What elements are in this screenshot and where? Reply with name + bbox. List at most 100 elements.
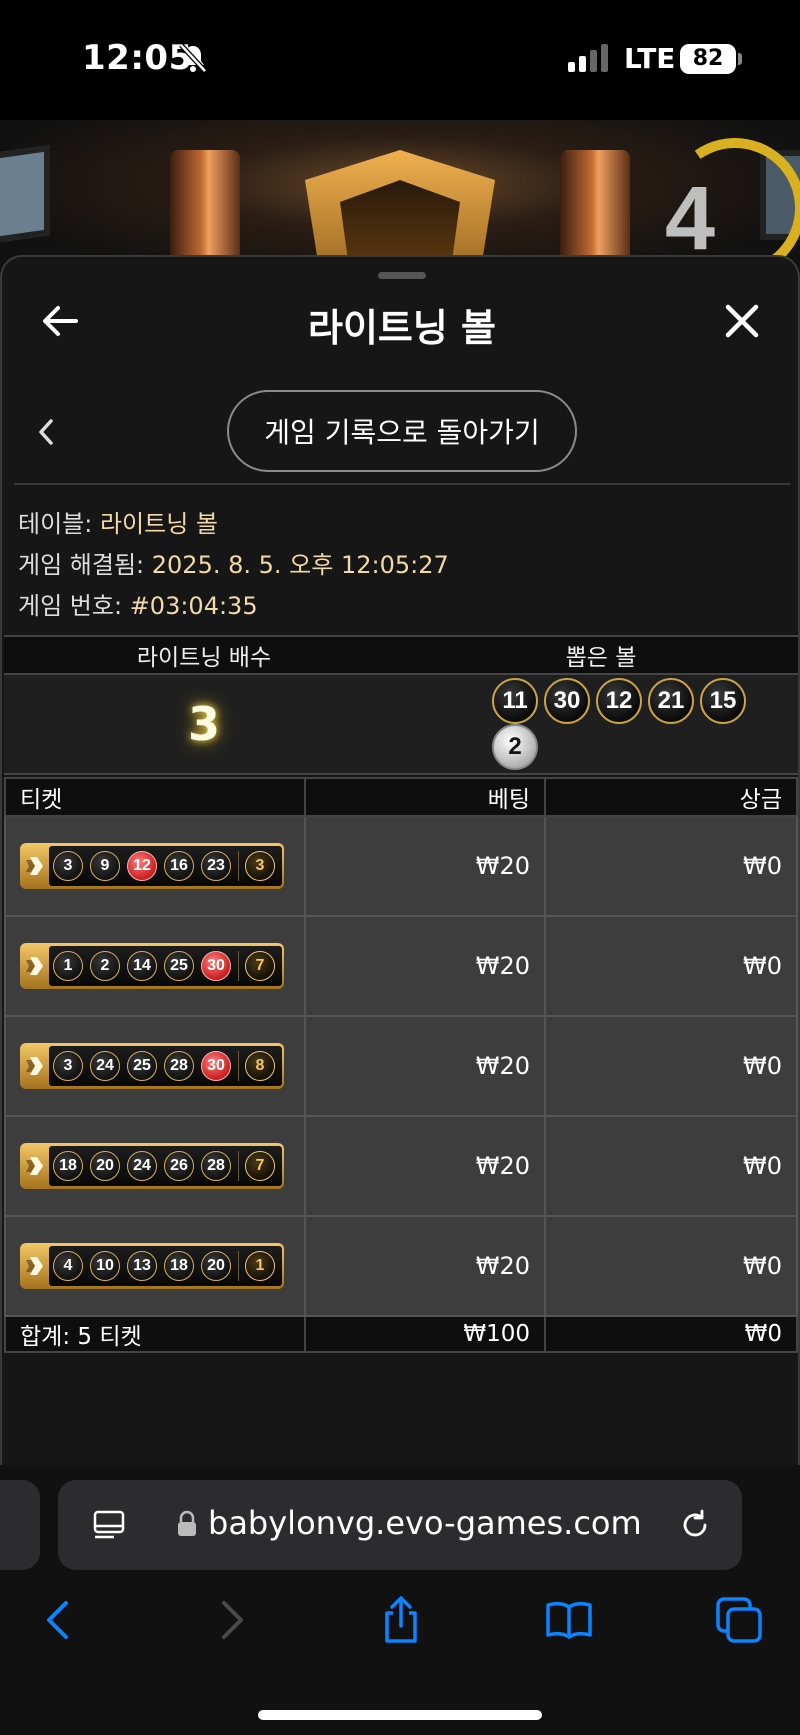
battery-level: 82 [680, 44, 736, 74]
ticket-ball: 3 [53, 851, 83, 881]
tabs-icon[interactable] [714, 1595, 764, 1645]
network-type: LTE [624, 42, 676, 75]
ticket-column-header: 티켓 [4, 777, 306, 817]
ticket-ball: 25 [164, 951, 194, 981]
ticket-win: ₩0 [544, 915, 798, 1017]
home-indicator [258, 1710, 542, 1720]
game-history-sheet: 라이트닝 볼 게임 기록으로 돌아가기 테이블: 라이트닝 볼 게임 해결됨: … [0, 255, 800, 1465]
ticket-numbers: 3 9 12 16 23 3 [49, 846, 282, 886]
back-nav-icon[interactable] [34, 1595, 84, 1645]
reload-icon[interactable] [678, 1508, 712, 1542]
drawn-balls-header: 뽑은 볼 [404, 635, 798, 675]
drawn-balls: 11 30 12 21 15 2 [404, 674, 798, 775]
book-icon[interactable] [544, 1595, 594, 1645]
address-bar[interactable]: babylonvg.evo-games.com [58, 1480, 742, 1570]
ticket-separator [238, 1051, 239, 1081]
info-table-value: 라이트닝 볼 [99, 510, 218, 538]
ticket-cell: 1 2 14 25 30 7 [4, 915, 306, 1017]
ticket-win: ₩0 [544, 1215, 798, 1317]
drawn-ball: 11 [492, 678, 538, 724]
ticket-row[interactable]: 4 10 13 18 20 1 ₩20 ₩0 [4, 1215, 798, 1317]
ticket-numbers: 1 2 14 25 30 7 [49, 946, 282, 986]
ticket-ball: 18 [53, 1151, 83, 1181]
lightning-logo-icon [22, 945, 49, 987]
draw-result-table: 라이트닝 배수 뽑은 볼 3 11 30 12 21 15 2 [4, 635, 798, 775]
url-text[interactable]: babylonvg.evo-games.com [208, 1504, 642, 1542]
ticket-ball-matched: 12 [127, 851, 157, 881]
ticket-cell: 18 20 24 26 28 7 [4, 1115, 306, 1217]
scene-screen-left [0, 145, 50, 245]
ticket-ball: 25 [127, 1051, 157, 1081]
ticket-ball: 20 [201, 1251, 231, 1281]
ticket-ball: 23 [201, 851, 231, 881]
info-table: 테이블: 라이트닝 볼 [18, 504, 218, 539]
drawn-ball: 15 [700, 678, 746, 724]
chevron-left-icon[interactable] [36, 417, 56, 447]
info-game-number: 게임 번호: #03:04:35 [18, 586, 258, 621]
ticket-separator [238, 951, 239, 981]
ticket-separator [238, 1251, 239, 1281]
close-icon[interactable] [722, 301, 762, 341]
ticket-separator [238, 851, 239, 881]
ticket-row[interactable]: 18 20 24 26 28 7 ₩20 ₩0 [4, 1115, 798, 1217]
ticket-numbers: 3 24 25 28 30 8 [49, 1046, 282, 1086]
ticket-strip: 1 2 14 25 30 7 [20, 943, 284, 989]
ticket-ball-matched: 30 [201, 951, 231, 981]
ticket-ball: 18 [164, 1251, 194, 1281]
reader-icon[interactable] [92, 1508, 126, 1542]
ticket-row[interactable]: 3 9 12 16 23 3 ₩20 ₩0 [4, 815, 798, 917]
drawn-ball: 12 [596, 678, 642, 724]
status-bar: 12:05 LTE 82 [0, 0, 800, 120]
ticket-ball: 10 [90, 1251, 120, 1281]
bet-column-header: 베팅 [304, 777, 546, 817]
total-row: 합계: 5 티켓 ₩100 ₩0 [4, 1315, 798, 1353]
sheet-title: 라이트닝 볼 [307, 306, 497, 350]
battery-tip [738, 53, 742, 65]
ticket-ball: 24 [127, 1151, 157, 1181]
info-resolved: 게임 해결됨: 2025. 8. 5. 오후 12:05:27 [18, 545, 449, 580]
info-number-value: #03:04:35 [129, 592, 258, 620]
total-bet: ₩100 [304, 1315, 546, 1353]
ticket-lightning-ball: 7 [245, 1151, 275, 1181]
drawn-ball: 30 [544, 678, 590, 724]
ticket-row[interactable]: 3 24 25 28 30 8 ₩20 ₩0 [4, 1015, 798, 1117]
multiplier-header: 라이트닝 배수 [4, 635, 404, 675]
ticket-win: ₩0 [544, 815, 798, 917]
lightning-logo-icon [22, 1245, 49, 1287]
total-label: 합계: 5 티켓 [4, 1315, 306, 1353]
ticket-win: ₩0 [544, 1115, 798, 1217]
forward-nav-icon[interactable] [206, 1595, 256, 1645]
info-table-label: 테이블: [18, 510, 93, 538]
ticket-win: ₩0 [544, 1015, 798, 1117]
ticket-strip: 3 9 12 16 23 3 [20, 843, 284, 889]
ticket-bet: ₩20 [304, 815, 546, 917]
total-win: ₩0 [544, 1315, 798, 1353]
ticket-ball: 28 [201, 1151, 231, 1181]
ticket-ball: 2 [90, 951, 120, 981]
ticket-ball: 24 [90, 1051, 120, 1081]
drawn-ball: 21 [648, 678, 694, 724]
lightning-multiplier: 3 [4, 674, 404, 775]
share-icon[interactable] [376, 1595, 426, 1645]
ticket-separator [238, 1151, 239, 1181]
ticket-bet: ₩20 [304, 1115, 546, 1217]
ticket-strip: 3 24 25 28 30 8 [20, 1043, 284, 1089]
info-resolved-value: 2025. 8. 5. 오후 12:05:27 [151, 551, 449, 579]
ticket-bet: ₩20 [304, 1215, 546, 1317]
divider [14, 483, 790, 485]
sheet-grabber[interactable] [378, 272, 426, 279]
lightning-logo-icon [22, 1145, 49, 1187]
ticket-row[interactable]: 1 2 14 25 30 7 ₩20 ₩0 [4, 915, 798, 1017]
ticket-strip: 18 20 24 26 28 7 [20, 1143, 284, 1189]
signal-icon [568, 44, 610, 72]
previous-tab-preview[interactable] [0, 1480, 40, 1570]
ticket-numbers: 4 10 13 18 20 1 [49, 1246, 282, 1286]
ticket-lightning-ball: 8 [245, 1051, 275, 1081]
lock-icon [178, 1510, 196, 1536]
info-number-label: 게임 번호: [18, 592, 123, 620]
back-to-history-button[interactable]: 게임 기록으로 돌아가기 [227, 390, 577, 472]
ticket-ball: 16 [164, 851, 194, 881]
ticket-cell: 3 9 12 16 23 3 [4, 815, 306, 917]
ticket-ball: 14 [127, 951, 157, 981]
ticket-ball: 4 [53, 1251, 83, 1281]
